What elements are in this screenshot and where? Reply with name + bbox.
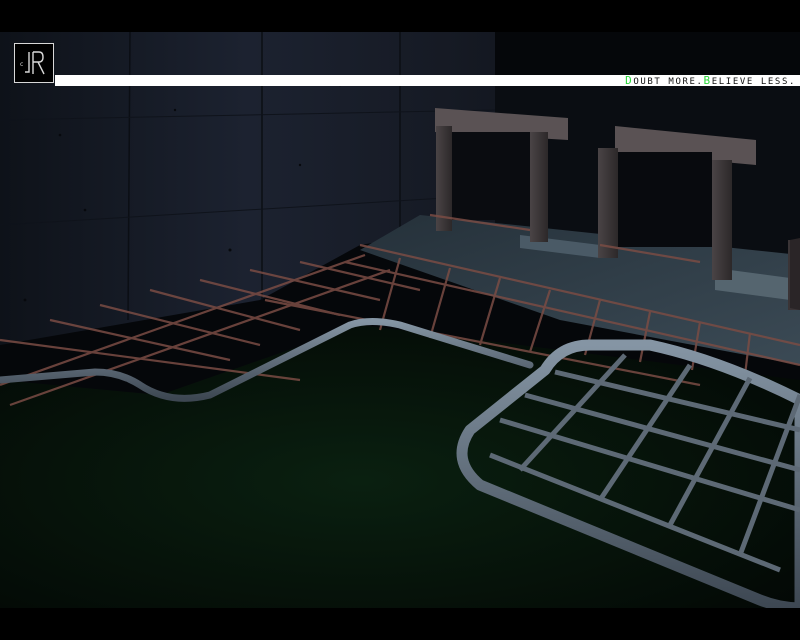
game-viewport[interactable]: c DOUBT MORE.BELIEVE LESS.	[0, 0, 800, 640]
motto-initial-2: B	[703, 74, 712, 87]
motto-text-2: ELIEVE LESS.	[711, 77, 796, 87]
hud-motto: DOUBT MORE.BELIEVE LESS.	[625, 74, 796, 87]
letterbox-bottom	[0, 608, 800, 640]
jr-logo-icon: c	[14, 43, 54, 83]
jr-logo-glyph: c	[20, 51, 45, 75]
scene-3d-view	[0, 31, 800, 614]
svg-text:c: c	[20, 61, 23, 68]
motto-text-1: OUBT MORE.	[633, 77, 704, 87]
letterbox-top	[0, 0, 800, 32]
